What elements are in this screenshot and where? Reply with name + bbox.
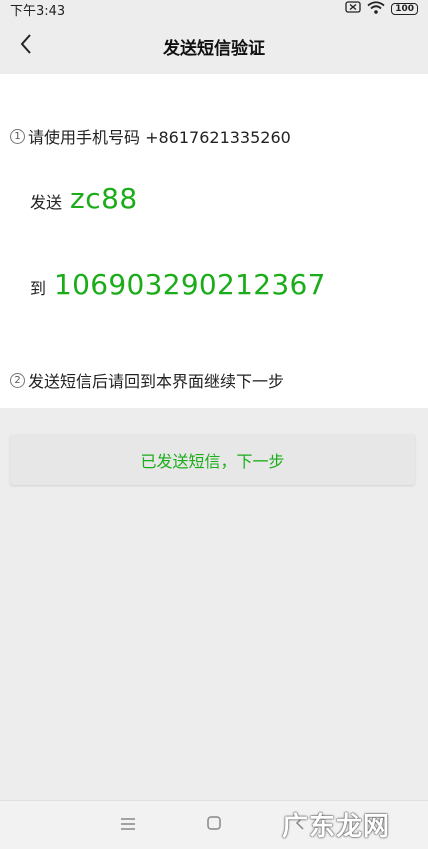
step-1-number: 1 xyxy=(10,128,25,144)
home-button[interactable] xyxy=(202,813,226,837)
status-time: 下午3:43 xyxy=(10,3,66,19)
status-bar: 下午3:43 100 xyxy=(0,0,428,19)
watermark-text: 广东龙网 xyxy=(281,812,390,842)
wifi-icon xyxy=(367,0,385,18)
chevron-left-icon xyxy=(19,33,33,59)
step-1: 1 请使用手机号码 +8617621335260 xyxy=(10,124,291,148)
step-2: 2 发送短信后请回到本界面继续下一步 xyxy=(10,368,284,392)
send-label: 发送 xyxy=(30,193,63,212)
status-icons: 100 xyxy=(345,0,418,18)
to-label: 到 xyxy=(30,279,47,298)
instructions-card: 1 请使用手机号码 +8617621335260 发送 zc88 到 10690… xyxy=(0,74,428,408)
menu-icon xyxy=(120,816,136,835)
sim-off-icon xyxy=(345,1,361,17)
back-button[interactable] xyxy=(8,28,44,64)
sms-code: zc88 xyxy=(70,182,138,215)
destination-number: 106903290212367 xyxy=(54,268,326,301)
page-title: 发送短信验证 xyxy=(163,38,265,59)
navigation-bar: 发送短信验证 xyxy=(0,18,428,74)
menu-button[interactable] xyxy=(116,813,140,837)
battery-icon: 100 xyxy=(391,3,418,15)
send-code-line: 发送 zc88 xyxy=(30,182,138,215)
step-2-number: 2 xyxy=(10,372,25,388)
square-icon xyxy=(206,815,222,835)
destination-line: 到 106903290212367 xyxy=(30,268,326,301)
step-2-text: 发送短信后请回到本界面继续下一步 xyxy=(28,372,285,391)
sms-sent-next-button[interactable]: 已发送短信，下一步 xyxy=(10,434,415,485)
step-1-text: 请使用手机号码 +8617621335260 xyxy=(28,128,291,147)
